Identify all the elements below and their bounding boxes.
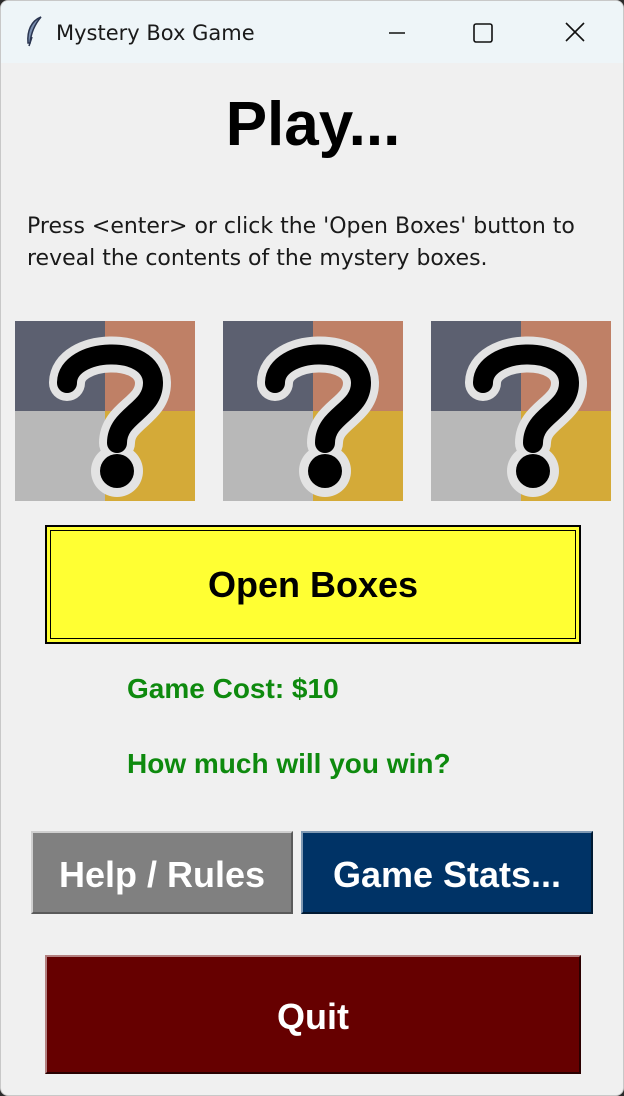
app-window: Mystery Box Game Play... Press <enter> o… [0,0,624,1096]
mystery-box-1 [15,321,195,501]
instructions-text: Press <enter> or click the 'Open Boxes' … [27,214,575,271]
open-boxes-button[interactable]: Open Boxes [45,525,581,644]
page-heading: Play... [225,90,401,159]
quit-button[interactable]: Quit [45,955,581,1074]
mystery-box-2 [223,321,403,501]
game-cost-label: Game Cost: $10 [127,673,339,704]
close-icon[interactable] [555,15,595,51]
minimize-icon[interactable] [377,15,417,51]
title-bar[interactable]: Mystery Box Game [1,1,623,63]
maximize-icon[interactable] [463,15,503,51]
window-title: Mystery Box Game [56,21,255,45]
win-prompt-label: How much will you win? [127,748,451,779]
feather-icon [27,16,42,47]
help-rules-button[interactable]: Help / Rules [31,831,293,914]
game-stats-button[interactable]: Game Stats... [301,831,593,914]
mystery-box-3 [431,321,611,501]
